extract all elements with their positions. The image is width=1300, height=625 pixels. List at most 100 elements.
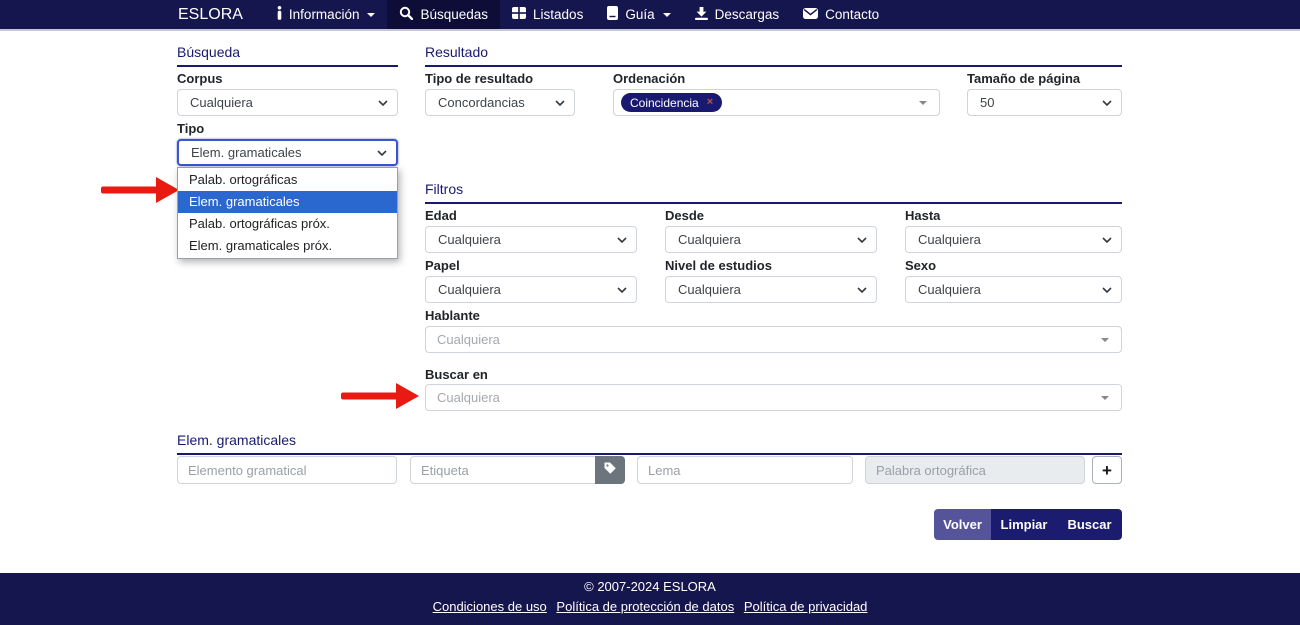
- download-icon: [695, 7, 708, 23]
- hablante-multiselect[interactable]: Cualquiera: [425, 326, 1122, 353]
- top-navbar: ESLORA Información Búsquedas Listados: [0, 0, 1300, 31]
- tipo-option-elem-gramaticales[interactable]: Elem. gramaticales: [178, 191, 397, 213]
- nav-item-listados[interactable]: Listados: [500, 0, 595, 29]
- footer-link-condiciones[interactable]: Condiciones de uso: [433, 599, 547, 614]
- section-title-busqueda: Búsqueda: [177, 44, 398, 67]
- table-icon: [512, 7, 526, 22]
- copyright-text: © 2007-2024 ESLORA: [0, 579, 1300, 594]
- brand-label: ESLORA: [178, 6, 243, 24]
- chevron-down-icon: [555, 100, 565, 106]
- hasta-label: Hasta: [905, 208, 940, 223]
- tipo-resultado-label: Tipo de resultado: [425, 71, 533, 86]
- corpus-select[interactable]: Cualquiera: [177, 89, 398, 116]
- nav-item-guia[interactable]: Guía: [595, 0, 682, 29]
- form-actions: Volver Limpiar Buscar: [934, 509, 1122, 540]
- chevron-down-icon: [1102, 287, 1112, 293]
- section-title-filtros: Filtros: [425, 181, 1122, 204]
- nav-item-label: Información: [289, 7, 360, 22]
- search-icon: [399, 6, 413, 23]
- ordenacion-label: Ordenación: [613, 71, 685, 86]
- tamano-pagina-select[interactable]: 50: [967, 89, 1122, 116]
- corpus-label: Corpus: [177, 71, 223, 86]
- ordenacion-multiselect[interactable]: Coincidencia ×: [613, 89, 940, 116]
- tipo-option-elem-gramaticales-prox[interactable]: Elem. gramaticales próx.: [178, 235, 397, 257]
- envelope-icon: [803, 7, 818, 22]
- plus-icon: +: [1102, 462, 1112, 479]
- ordenacion-tag-coincidencia: Coincidencia ×: [621, 93, 722, 112]
- brand-link[interactable]: ESLORA: [178, 0, 243, 29]
- papel-select[interactable]: Cualquiera: [425, 276, 637, 303]
- limpiar-button[interactable]: Limpiar: [991, 509, 1057, 540]
- corpus-select-value: Cualquiera: [190, 95, 253, 110]
- dropdown-arrow-icon: [1101, 396, 1109, 404]
- buscar-en-placeholder: Cualquiera: [437, 390, 500, 405]
- remove-tag-icon[interactable]: ×: [707, 97, 713, 108]
- nav-item-contacto[interactable]: Contacto: [791, 0, 891, 29]
- tipo-label: Tipo: [177, 121, 204, 136]
- tag-icon: [603, 461, 617, 480]
- tipo-select[interactable]: Elem. gramaticales: [177, 139, 398, 166]
- info-icon: [277, 6, 282, 23]
- tipo-option-palab-ortograficas-prox[interactable]: Palab. ortográficas próx.: [178, 213, 397, 235]
- tipo-option-palab-ortograficas[interactable]: Palab. ortográficas: [178, 169, 397, 191]
- edad-select[interactable]: Cualquiera: [425, 226, 637, 253]
- annotation-arrow-buscar-en: [341, 383, 419, 409]
- nav-item-label: Guía: [625, 7, 654, 22]
- footer-link-proteccion-datos[interactable]: Política de protección de datos: [556, 599, 734, 614]
- papel-label: Papel: [425, 258, 460, 273]
- hablante-placeholder: Cualquiera: [437, 332, 500, 347]
- nav-item-label: Descargas: [715, 7, 780, 22]
- add-row-button[interactable]: +: [1092, 456, 1122, 484]
- sexo-label: Sexo: [905, 258, 936, 273]
- nav-item-descargas[interactable]: Descargas: [683, 0, 792, 29]
- chevron-down-icon: [857, 237, 867, 243]
- buscar-en-multiselect[interactable]: Cualquiera: [425, 384, 1122, 411]
- chevron-down-icon: [617, 287, 627, 293]
- edad-select-value: Cualquiera: [438, 232, 501, 247]
- hasta-select-value: Cualquiera: [918, 232, 981, 247]
- book-icon: [607, 6, 618, 23]
- tipo-select-value: Elem. gramaticales: [191, 145, 302, 160]
- footer-link-privacidad[interactable]: Política de privacidad: [744, 599, 868, 614]
- annotation-arrow-tipo: [101, 177, 179, 203]
- hasta-select[interactable]: Cualquiera: [905, 226, 1122, 253]
- chevron-down-icon: [857, 287, 867, 293]
- tipo-resultado-select-value: Concordancias: [438, 95, 525, 110]
- ordenacion-tag-label: Coincidencia: [630, 96, 699, 110]
- desde-select[interactable]: Cualquiera: [665, 226, 877, 253]
- desde-select-value: Cualquiera: [678, 232, 741, 247]
- nav-item-label: Contacto: [825, 7, 879, 22]
- caret-down-icon: [663, 13, 671, 21]
- chevron-down-icon: [1102, 100, 1112, 106]
- chevron-down-icon: [617, 237, 627, 243]
- volver-button[interactable]: Volver: [934, 509, 991, 540]
- buscar-button[interactable]: Buscar: [1057, 509, 1122, 540]
- footer: © 2007-2024 ESLORA Condiciones de uso Po…: [0, 573, 1300, 625]
- caret-down-icon: [367, 13, 375, 21]
- nivel-estudios-label: Nivel de estudios: [665, 258, 772, 273]
- palabra-ortografica-input: [865, 456, 1085, 484]
- nav-item-informacion[interactable]: Información: [265, 0, 388, 29]
- nivel-estudios-select[interactable]: Cualquiera: [665, 276, 877, 303]
- tipo-select-open-listbox: Palab. ortográficas Elem. gramaticales P…: [177, 167, 398, 259]
- edad-label: Edad: [425, 208, 457, 223]
- desde-label: Desde: [665, 208, 704, 223]
- elemento-gramatical-input[interactable]: [177, 456, 397, 484]
- tipo-resultado-select[interactable]: Concordancias: [425, 89, 575, 116]
- nav-item-busquedas[interactable]: Búsquedas: [387, 0, 500, 29]
- section-title-elem-gramaticales: Elem. gramaticales: [177, 432, 1122, 455]
- nav-item-label: Búsquedas: [420, 7, 488, 22]
- sexo-select[interactable]: Cualquiera: [905, 276, 1122, 303]
- dropdown-arrow-icon: [919, 101, 927, 109]
- eslora-search-page: ESLORA Información Búsquedas Listados: [0, 0, 1300, 625]
- footer-links: Condiciones de uso Política de protecció…: [0, 599, 1300, 614]
- dropdown-arrow-icon: [1101, 338, 1109, 346]
- etiqueta-tag-button[interactable]: [595, 456, 625, 484]
- lema-input[interactable]: [637, 456, 853, 484]
- etiqueta-input[interactable]: [410, 456, 596, 484]
- tamano-pagina-select-value: 50: [980, 95, 994, 110]
- tamano-pagina-label: Tamaño de página: [967, 71, 1080, 86]
- papel-select-value: Cualquiera: [438, 282, 501, 297]
- buscar-en-label: Buscar en: [425, 367, 488, 382]
- section-title-resultado: Resultado: [425, 44, 1122, 67]
